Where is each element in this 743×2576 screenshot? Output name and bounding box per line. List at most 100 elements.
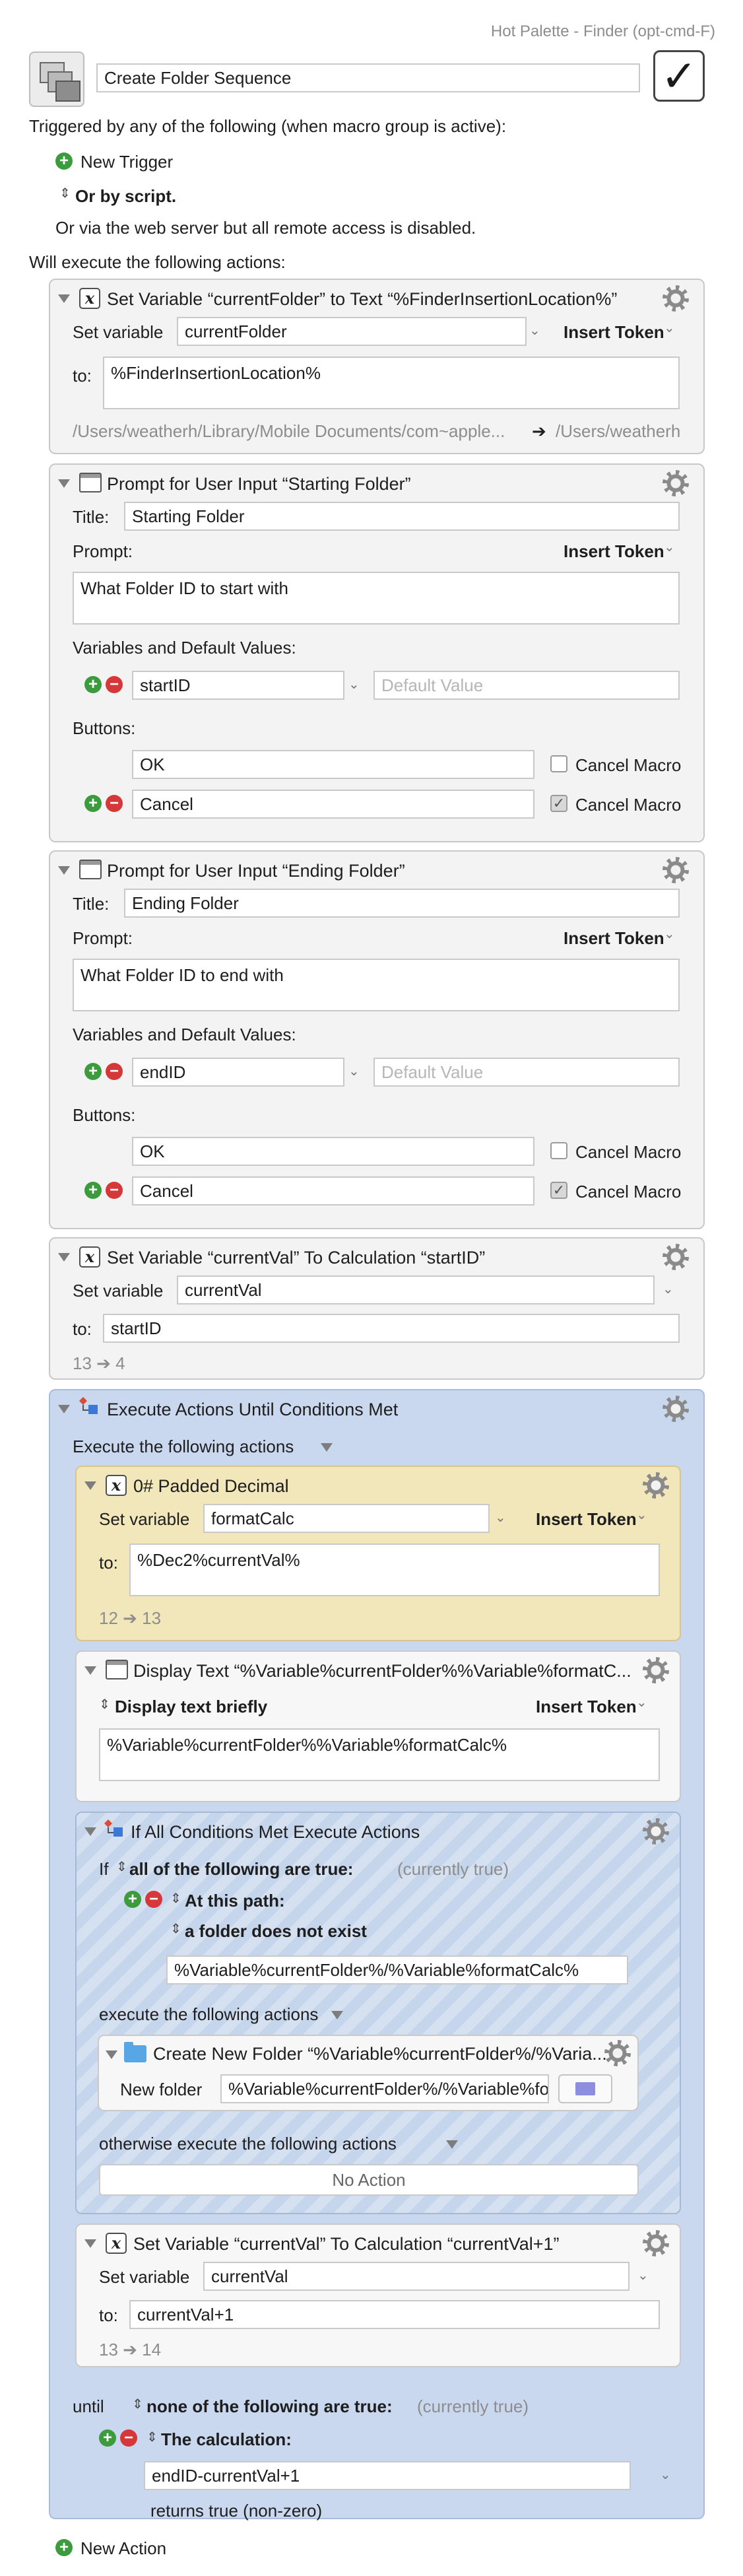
variable-name-input[interactable]: endID: [132, 1058, 344, 1087]
chevron-down-icon[interactable]: ⌄: [637, 2267, 649, 2284]
action-create-new-folder[interactable]: Create New Folder “%Variable%currentFold…: [98, 2035, 639, 2111]
action-if-conditions[interactable]: If All Conditions Met Execute Actions If…: [75, 1812, 681, 2214]
action-title[interactable]: Set Variable “currentVal” To Calculation…: [133, 2234, 560, 2254]
variable-name-input[interactable]: currentVal: [203, 2262, 630, 2291]
variable-name-input[interactable]: startID: [132, 671, 344, 700]
default-value-input[interactable]: Default Value: [373, 1058, 680, 1087]
remove-condition-minus-icon[interactable]: −: [145, 1891, 162, 1908]
button-2-input[interactable]: Cancel: [132, 1176, 534, 1205]
gear-icon[interactable]: [643, 1657, 669, 1683]
cancel-macro-checkbox-1[interactable]: [550, 1142, 567, 1159]
action-title[interactable]: Create New Folder “%Variable%currentFold…: [153, 2044, 607, 2064]
gear-icon[interactable]: [643, 2230, 669, 2256]
action-title[interactable]: 0# Padded Decimal: [133, 1476, 289, 1497]
action-title[interactable]: Execute Actions Until Conditions Met: [107, 1400, 398, 1420]
display-text-field[interactable]: %Variable%currentFolder%%Variable%format…: [99, 1728, 660, 1781]
cancel-macro-checkbox-2[interactable]: ✓: [550, 795, 567, 812]
calculation-input[interactable]: currentVal+1: [129, 2300, 660, 2329]
choose-folder-button[interactable]: [558, 2074, 612, 2103]
display-mode-updown-icon[interactable]: ⇕: [99, 1698, 110, 1711]
by-script-popup[interactable]: Or by script.: [75, 186, 176, 207]
display-mode-popup[interactable]: Display text briefly: [115, 1697, 267, 1717]
action-padded-decimal[interactable]: x 0# Padded Decimal Set variable formatC…: [75, 1466, 681, 1641]
until-calculation-input[interactable]: endID-currentVal+1: [144, 2461, 631, 2490]
action-set-current-folder[interactable]: x Set Variable “currentFolder” to Text “…: [49, 279, 705, 454]
default-value-input[interactable]: Default Value: [373, 671, 680, 700]
macro-icon[interactable]: [29, 51, 84, 107]
new-trigger-plus-icon[interactable]: +: [55, 153, 73, 170]
add-button-plus-icon[interactable]: +: [84, 1182, 102, 1199]
action-title[interactable]: Set Variable “currentFolder” to Text “%F…: [107, 289, 617, 310]
action-title[interactable]: Display Text “%Variable%currentFolder%%V…: [133, 1661, 631, 1681]
cancel-macro-checkbox-1[interactable]: [550, 755, 567, 772]
add-variable-plus-icon[interactable]: +: [84, 676, 102, 693]
chevron-down-icon[interactable]: ⌄: [495, 1509, 506, 1526]
chevron-down-icon[interactable]: ⌄: [664, 926, 675, 942]
button-2-input[interactable]: Cancel: [132, 790, 534, 819]
disclosure-triangle[interactable]: [84, 1481, 96, 1490]
disclosure-triangle[interactable]: [84, 1827, 96, 1836]
disclosure-triangle[interactable]: [58, 866, 70, 875]
path-input[interactable]: %Variable%currentFolder%/%Variable%forma…: [166, 1955, 628, 1984]
condition-test-popup[interactable]: a folder does not exist: [185, 1921, 367, 1942]
add-variable-plus-icon[interactable]: +: [84, 1063, 102, 1080]
gear-icon[interactable]: [643, 1472, 669, 1499]
chevron-down-icon[interactable]: ⌄: [664, 539, 675, 555]
gear-icon[interactable]: [643, 1818, 669, 1845]
gear-icon[interactable]: [662, 285, 689, 312]
macro-name-input[interactable]: Create Folder Sequence: [96, 63, 640, 92]
condition-type-popup[interactable]: At this path:: [185, 1891, 285, 1911]
prompt-title-input[interactable]: Starting Folder: [124, 502, 680, 531]
action-title[interactable]: Prompt for User Input “Starting Folder”: [107, 474, 411, 494]
all-conditions-popup[interactable]: all of the following are true:: [129, 1859, 353, 1880]
gear-icon[interactable]: [662, 470, 689, 496]
gear-icon[interactable]: [662, 1244, 689, 1270]
until-mode-popup[interactable]: none of the following are true:: [146, 2396, 393, 2417]
add-button-plus-icon[interactable]: +: [84, 795, 102, 812]
until-mode-updown-icon[interactable]: ⇕: [132, 2398, 143, 2411]
text-value-field[interactable]: %FinderInsertionLocation%: [103, 356, 680, 409]
condition-test-updown-icon[interactable]: ⇕: [170, 1922, 181, 1936]
chevron-down-icon[interactable]: ⌄: [636, 1507, 647, 1523]
variable-name-input[interactable]: currentVal: [177, 1275, 655, 1305]
chevron-down-icon[interactable]: ⌄: [636, 1694, 647, 1711]
chevron-down-icon[interactable]: ⌄: [662, 1281, 674, 1297]
disclosure-triangle[interactable]: [58, 294, 70, 303]
new-trigger-link[interactable]: New Trigger: [81, 152, 173, 172]
condition-type-updown-icon[interactable]: ⇕: [170, 1892, 181, 1905]
otherwise-disclosure-triangle[interactable]: [446, 2140, 458, 2149]
all-conditions-updown-icon[interactable]: ⇕: [116, 1860, 127, 1874]
remove-condition-minus-icon[interactable]: −: [120, 2429, 137, 2447]
action-display-text[interactable]: Display Text “%Variable%currentFolder%%V…: [75, 1650, 681, 1802]
action-title[interactable]: If All Conditions Met Execute Actions: [131, 1822, 420, 1843]
no-action-placeholder[interactable]: No Action: [99, 2164, 639, 2196]
calculation-input[interactable]: startID: [103, 1314, 680, 1343]
add-condition-plus-icon[interactable]: +: [99, 2429, 116, 2447]
add-condition-plus-icon[interactable]: +: [124, 1891, 141, 1908]
chevron-down-icon[interactable]: ⌄: [348, 1063, 360, 1079]
action-prompt-ending-folder[interactable]: Prompt for User Input “Ending Folder” Ti…: [49, 850, 705, 1229]
variable-name-input[interactable]: formatCalc: [203, 1504, 490, 1533]
action-prompt-starting-folder[interactable]: Prompt for User Input “Starting Folder” …: [49, 463, 705, 842]
by-script-updown-icon[interactable]: ⇕: [59, 187, 71, 200]
button-1-input[interactable]: OK: [132, 750, 534, 779]
action-until-loop[interactable]: Execute Actions Until Conditions Met Exe…: [49, 1389, 705, 2521]
action-title[interactable]: Prompt for User Input “Ending Folder”: [107, 861, 405, 881]
calculation-type-popup[interactable]: The calculation:: [161, 2429, 292, 2450]
cancel-macro-checkbox-2[interactable]: ✓: [550, 1182, 567, 1199]
new-action-plus-icon[interactable]: +: [55, 2539, 73, 2556]
insert-token-menu[interactable]: Insert Token: [564, 322, 664, 343]
remove-variable-minus-icon[interactable]: −: [106, 676, 123, 693]
execute-disclosure-triangle[interactable]: [331, 2011, 343, 2019]
macro-enabled-checkbox[interactable]: ✓: [653, 50, 705, 102]
action-increment-current-val[interactable]: x Set Variable “currentVal” To Calculati…: [75, 2223, 681, 2367]
insert-token-menu[interactable]: Insert Token: [564, 541, 664, 562]
calculation-type-updown-icon[interactable]: ⇕: [146, 2431, 158, 2444]
gear-icon[interactable]: [662, 857, 689, 883]
disclosure-triangle[interactable]: [58, 1253, 70, 1262]
new-action-link[interactable]: New Action: [81, 2538, 166, 2559]
prompt-text-field[interactable]: What Folder ID to end with: [73, 959, 680, 1011]
disclosure-triangle[interactable]: [84, 1666, 96, 1675]
prompt-title-input[interactable]: Ending Folder: [124, 889, 680, 918]
disclosure-triangle[interactable]: [58, 1405, 70, 1413]
